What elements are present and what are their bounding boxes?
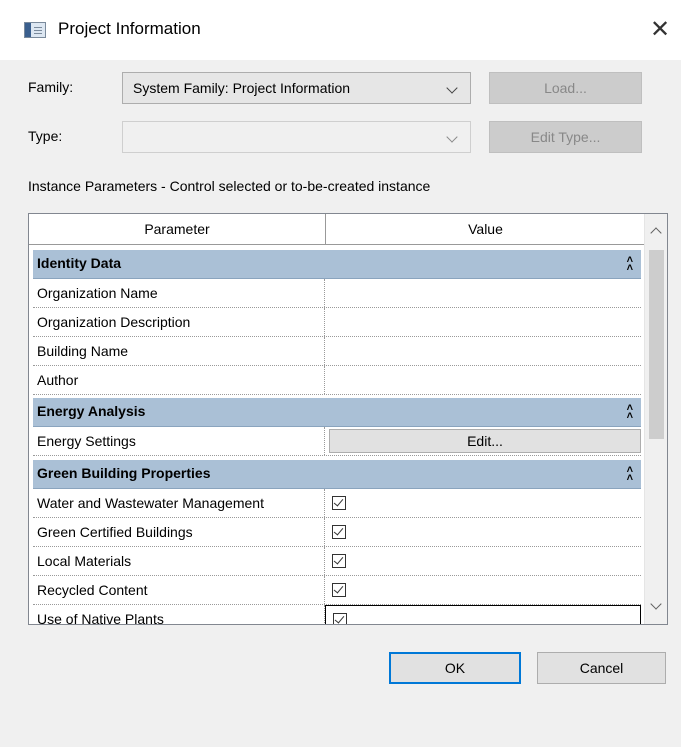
- checkbox[interactable]: [332, 554, 346, 568]
- group-title: Green Building Properties: [37, 465, 211, 481]
- parameters-grid: Parameter Value Identity Data ˄ ˄ Organiz…: [28, 213, 668, 625]
- group-title: Identity Data: [37, 255, 122, 271]
- chevron-down-icon: [446, 131, 458, 143]
- param-value: [325, 547, 641, 575]
- param-row[interactable]: Local Materials: [33, 547, 641, 576]
- param-row[interactable]: Energy Settings Edit...: [33, 427, 641, 456]
- type-label: Type:: [28, 128, 63, 144]
- family-label: Family:: [28, 79, 74, 95]
- param-row[interactable]: Organization Name: [33, 279, 641, 308]
- checkbox[interactable]: [332, 583, 346, 597]
- scrollbar-thumb[interactable]: [649, 250, 664, 439]
- window-title: Project Information: [58, 19, 201, 38]
- energy-settings-edit-button[interactable]: Edit...: [329, 429, 641, 453]
- param-name: Use of Native Plants: [33, 605, 325, 624]
- param-row[interactable]: Building Name: [33, 337, 641, 366]
- title-bar: Project Information ✕: [0, 0, 681, 60]
- parameter-column-header[interactable]: Parameter: [29, 214, 326, 244]
- param-value: [325, 605, 641, 624]
- grid-header: Parameter Value: [29, 214, 645, 245]
- ok-button[interactable]: OK: [389, 652, 521, 684]
- checkbox[interactable]: [332, 525, 346, 539]
- param-value[interactable]: [325, 337, 641, 365]
- param-value[interactable]: [325, 279, 641, 307]
- param-value: [325, 489, 641, 517]
- double-chevron-up-icon[interactable]: ˄ ˄: [627, 255, 633, 274]
- param-value: [325, 576, 641, 604]
- app-icon: [24, 22, 46, 38]
- group-energy-analysis[interactable]: Energy Analysis ˄ ˄: [33, 398, 641, 427]
- param-name: Local Materials: [33, 547, 325, 575]
- close-button[interactable]: ✕: [642, 12, 678, 48]
- param-row[interactable]: Organization Description: [33, 308, 641, 337]
- scroll-down-icon[interactable]: [650, 598, 662, 610]
- param-row[interactable]: Green Certified Buildings: [33, 518, 641, 547]
- param-name: Green Certified Buildings: [33, 518, 325, 546]
- param-row[interactable]: Author: [33, 366, 641, 395]
- param-row[interactable]: Recycled Content: [33, 576, 641, 605]
- param-value: [325, 518, 641, 546]
- param-name: Water and Wastewater Management: [33, 489, 325, 517]
- param-name: Organization Description: [33, 308, 325, 336]
- close-icon: ✕: [649, 16, 671, 43]
- family-value: System Family: Project Information: [133, 80, 351, 96]
- family-dropdown[interactable]: System Family: Project Information: [122, 72, 471, 104]
- value-column-header[interactable]: Value: [326, 214, 645, 244]
- group-title: Energy Analysis: [37, 403, 146, 419]
- group-green-building-properties[interactable]: Green Building Properties ˄ ˄: [33, 460, 641, 489]
- scroll-up-icon[interactable]: [650, 227, 662, 239]
- param-value[interactable]: [325, 308, 641, 336]
- checkbox[interactable]: [333, 613, 347, 624]
- param-row[interactable]: Water and Wastewater Management: [33, 489, 641, 518]
- param-row[interactable]: Use of Native Plants: [33, 605, 641, 624]
- edit-type-button[interactable]: Edit Type...: [489, 121, 642, 153]
- param-name: Author: [33, 366, 325, 394]
- double-chevron-up-icon[interactable]: ˄ ˄: [627, 465, 633, 484]
- vertical-scrollbar[interactable]: [644, 214, 667, 624]
- cancel-button[interactable]: Cancel: [537, 652, 666, 684]
- chevron-down-icon: [446, 82, 458, 94]
- double-chevron-up-icon[interactable]: ˄ ˄: [627, 403, 633, 422]
- instance-parameters-label: Instance Parameters - Control selected o…: [28, 178, 431, 194]
- checkbox[interactable]: [332, 496, 346, 510]
- param-name: Recycled Content: [33, 576, 325, 604]
- param-value[interactable]: [325, 366, 641, 394]
- param-name: Organization Name: [33, 279, 325, 307]
- param-name: Energy Settings: [33, 427, 325, 455]
- group-identity-data[interactable]: Identity Data ˄ ˄: [33, 250, 641, 279]
- type-dropdown[interactable]: [122, 121, 471, 153]
- param-name: Building Name: [33, 337, 325, 365]
- param-value: Edit...: [325, 427, 641, 455]
- load-button[interactable]: Load...: [489, 72, 642, 104]
